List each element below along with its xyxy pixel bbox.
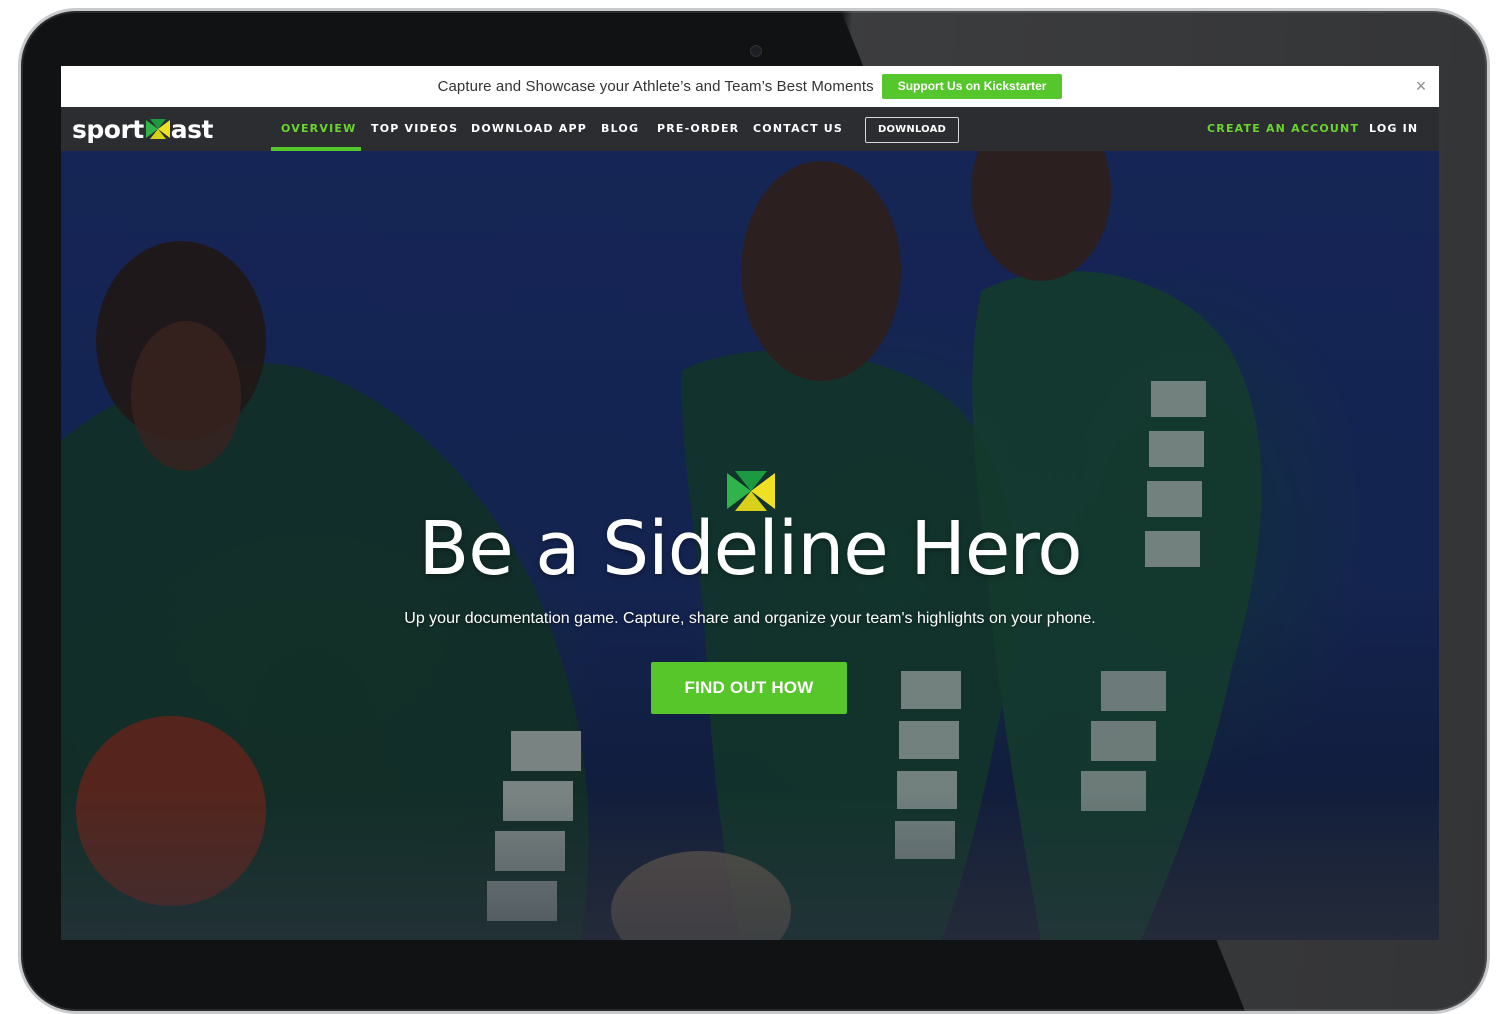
download-button[interactable]: DOWNLOAD — [865, 117, 959, 143]
hero-title: Be a Sideline Hero — [418, 506, 1082, 592]
hero-section: Be a Sideline Hero Up your documentation… — [61, 151, 1439, 940]
sportcast-logo-icon — [145, 119, 170, 139]
kickstarter-button[interactable]: Support Us on Kickstarter — [881, 74, 1063, 99]
nav-item-contact-us[interactable]: CONTACT US — [753, 107, 843, 151]
browser-screen: Capture and Showcase your Athlete’s and … — [61, 66, 1439, 940]
close-icon[interactable]: × — [1413, 75, 1429, 97]
create-account-link[interactable]: CREATE AN ACCOUNT — [1207, 107, 1359, 151]
main-nav: sport ast OVERVIEW TOP VIDEOS DOWNLOAD A… — [61, 107, 1439, 151]
nav-item-download-app[interactable]: DOWNLOAD APP — [471, 107, 587, 151]
find-out-how-button[interactable]: FIND OUT HOW — [651, 662, 847, 714]
nav-item-pre-order[interactable]: PRE-ORDER — [657, 107, 739, 151]
hero-subtitle: Up your documentation game. Capture, sha… — [404, 610, 1096, 627]
site-logo[interactable]: sport ast — [72, 114, 213, 144]
nav-item-overview[interactable]: OVERVIEW — [281, 107, 356, 151]
logo-text-right: ast — [170, 114, 214, 144]
promo-bar: Capture and Showcase your Athlete’s and … — [61, 66, 1439, 108]
camera-icon — [750, 45, 762, 57]
login-link[interactable]: LOG IN — [1369, 107, 1418, 151]
promo-text: Capture and Showcase your Athlete’s and … — [437, 78, 874, 95]
nav-item-top-videos[interactable]: TOP VIDEOS — [371, 107, 458, 151]
logo-text-left: sport — [72, 114, 144, 144]
nav-item-blog[interactable]: BLOG — [601, 107, 639, 151]
